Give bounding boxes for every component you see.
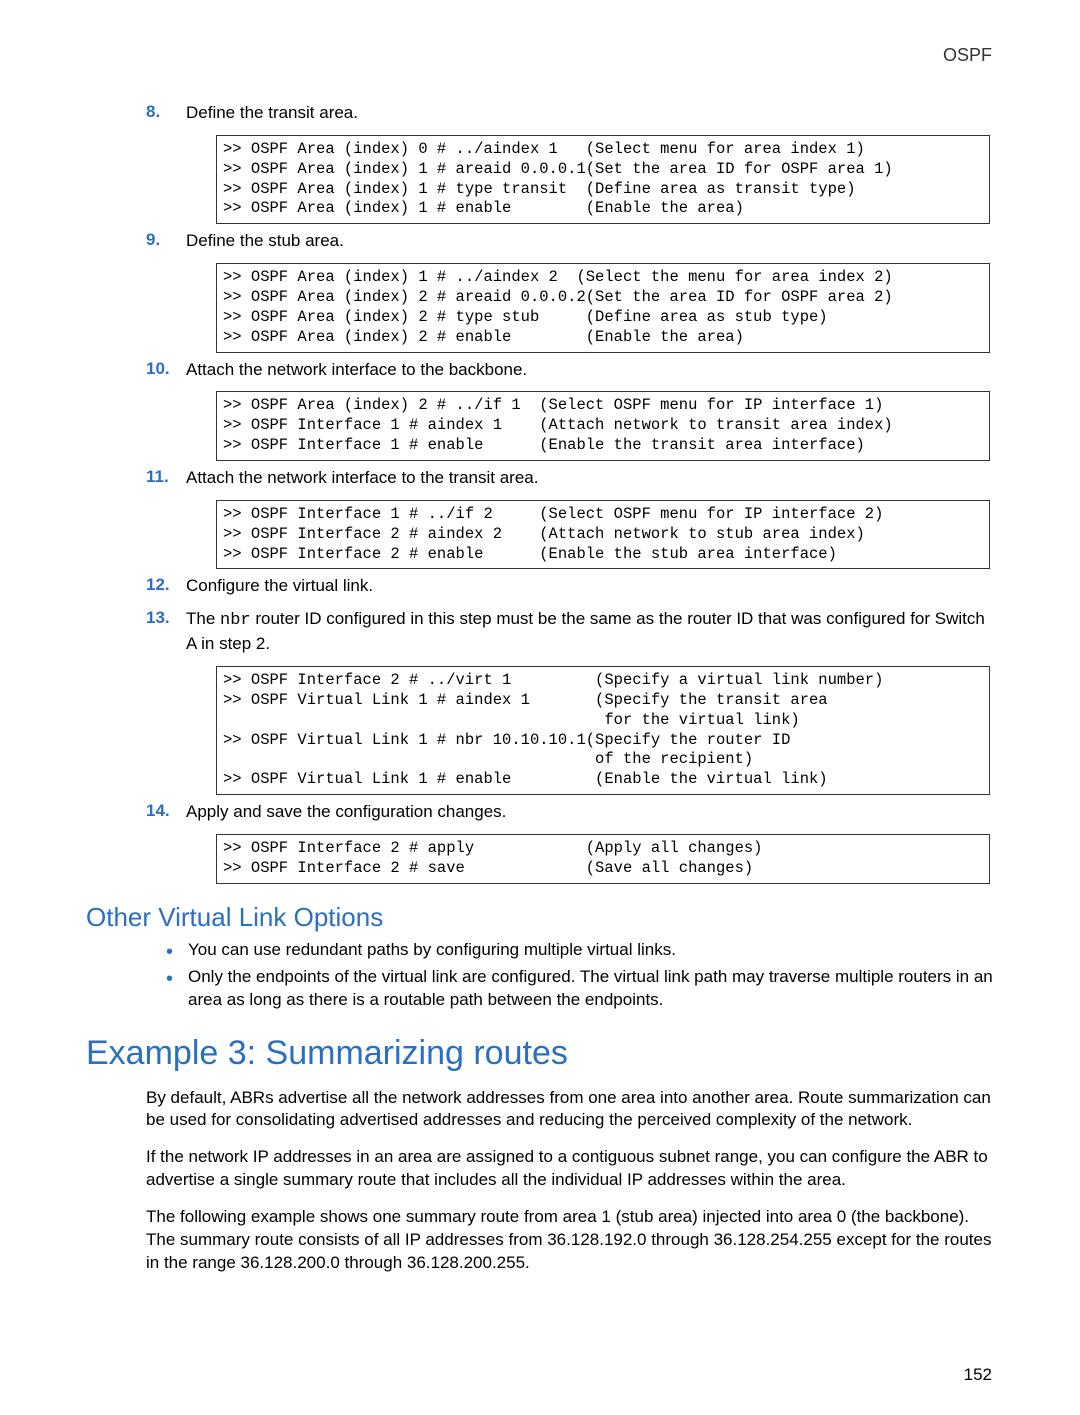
page-number: 152 <box>86 1365 994 1385</box>
subheading: Other Virtual Link Options <box>86 902 994 933</box>
step-text: Attach the network interface to the back… <box>186 360 527 379</box>
step-text: Attach the network interface to the tran… <box>186 468 538 487</box>
step-text: The nbr router ID configured in this ste… <box>186 609 985 653</box>
step-number: 13. <box>146 608 170 628</box>
list-item: You can use redundant paths by configuri… <box>166 939 994 962</box>
bullet-list: You can use redundant paths by configuri… <box>166 939 994 1012</box>
steps-list: 11. Attach the network interface to the … <box>86 467 994 490</box>
step-text: Configure the virtual link. <box>186 576 373 595</box>
body-paragraph: The following example shows one summary … <box>146 1206 994 1275</box>
step-text: Define the stub area. <box>186 231 344 250</box>
code-block: >> OSPF Area (index) 0 # ../aindex 1 (Se… <box>216 135 990 224</box>
step-number: 11. <box>146 467 169 487</box>
step-text-mono: nbr <box>220 611 251 630</box>
step-text: Apply and save the configuration changes… <box>186 802 506 821</box>
section-heading: Example 3: Summarizing routes <box>86 1034 994 1073</box>
list-item: Only the endpoints of the virtual link a… <box>166 966 994 1012</box>
code-block: >> OSPF Interface 2 # apply (Apply all c… <box>216 834 990 884</box>
body-paragraph: By default, ABRs advertise all the netwo… <box>146 1087 994 1133</box>
step-text: Define the transit area. <box>186 103 358 122</box>
step-number: 12. <box>146 575 170 595</box>
step-number: 8. <box>146 102 160 122</box>
code-block: >> OSPF Interface 2 # ../virt 1 (Specify… <box>216 666 990 795</box>
body-paragraph: If the network IP addresses in an area a… <box>146 1146 994 1192</box>
step-number: 14. <box>146 801 170 821</box>
steps-list: 14. Apply and save the configuration cha… <box>86 801 994 824</box>
code-block: >> OSPF Area (index) 2 # ../if 1 (Select… <box>216 391 990 460</box>
steps-list: 8. Define the transit area. <box>86 102 994 125</box>
code-block: >> OSPF Area (index) 1 # ../aindex 2 (Se… <box>216 263 990 352</box>
step-number: 9. <box>146 230 160 250</box>
code-block: >> OSPF Interface 1 # ../if 2 (Select OS… <box>216 500 990 569</box>
steps-list: 12. Configure the virtual link. 13. The … <box>86 575 994 656</box>
step-number: 10. <box>146 359 170 379</box>
step-text-pre: The <box>186 609 220 628</box>
page-header-right: OSPF <box>86 45 994 66</box>
step-text-post: router ID configured in this step must b… <box>186 609 985 653</box>
steps-list: 9. Define the stub area. <box>86 230 994 253</box>
steps-list: 10. Attach the network interface to the … <box>86 359 994 382</box>
